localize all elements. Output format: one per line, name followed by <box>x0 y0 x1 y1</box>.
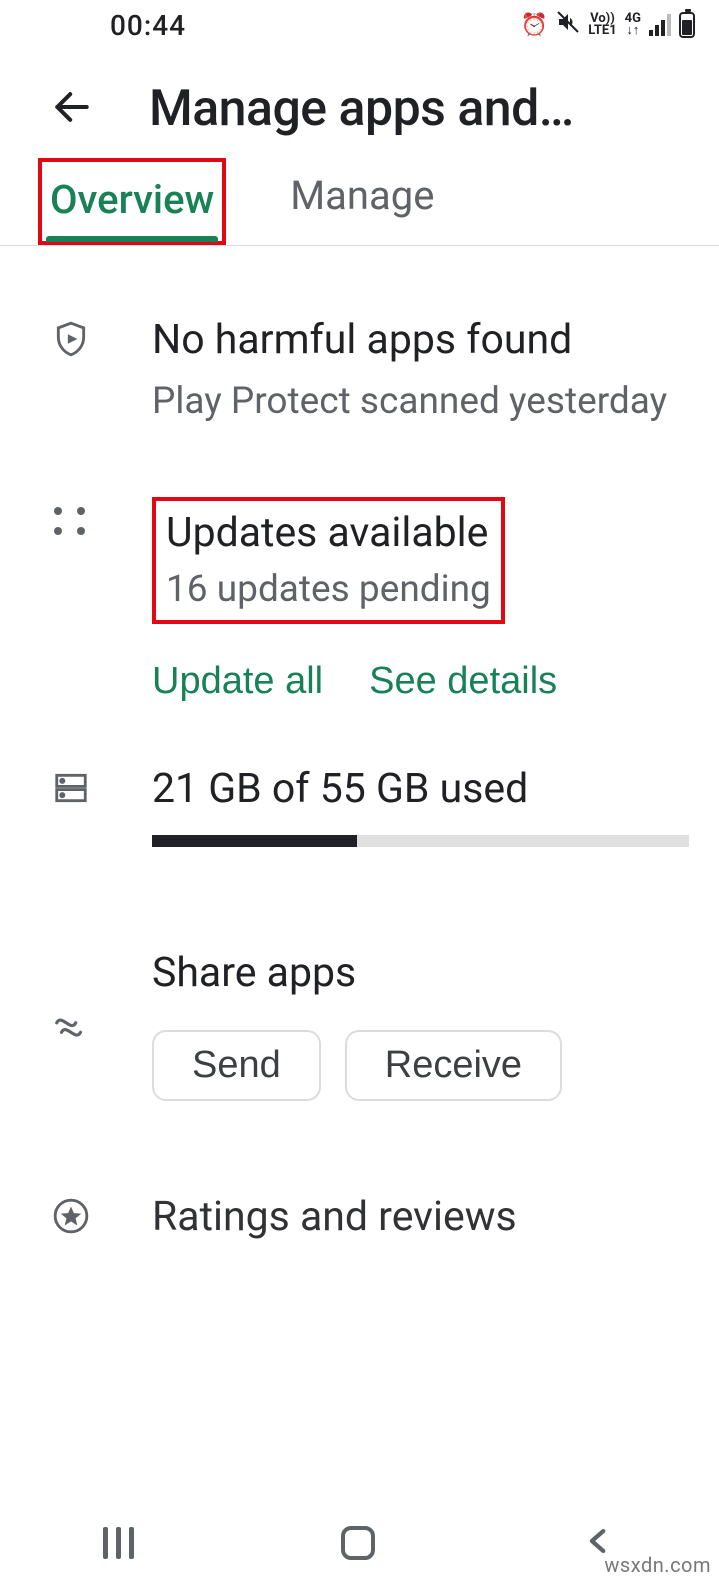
send-button[interactable]: Send <box>152 1030 321 1101</box>
nav-recent-button[interactable] <box>103 1527 134 1559</box>
ratings-section[interactable]: Ratings and reviews <box>52 1191 689 1254</box>
update-all-button[interactable]: Update all <box>152 660 323 703</box>
watermark: wsxdn.com <box>604 1553 711 1577</box>
page-title: Manage apps and… <box>149 80 695 138</box>
alarm-icon: ⏰ <box>521 13 548 38</box>
ratings-title: Ratings and reviews <box>152 1191 689 1244</box>
storage-icon <box>52 792 90 811</box>
updates-highlight: Updates available 16 updates pending <box>152 497 505 624</box>
status-bar: 00:44 ⏰ Vo)) LTE1 4G ↓↑ <box>0 0 719 50</box>
back-button[interactable] <box>50 85 94 133</box>
updates-subtitle: 16 updates pending <box>166 565 491 615</box>
storage-progress <box>152 835 689 847</box>
see-details-button[interactable]: See details <box>369 660 557 703</box>
tabs: Overview Manage <box>0 158 719 246</box>
tab-overview[interactable]: Overview <box>38 158 226 245</box>
storage-text: 21 GB of 55 GB used <box>152 763 689 816</box>
apps-grid-icon <box>52 503 88 535</box>
play-protect-section[interactable]: No harmful apps found Play Protect scann… <box>52 314 689 427</box>
network-indicator: 4G ↓↑ <box>625 13 641 36</box>
share-section: Share apps Send Receive <box>52 947 689 1101</box>
volte-indicator: Vo)) LTE1 <box>588 13 616 36</box>
protect-title: No harmful apps found <box>152 314 689 367</box>
status-time: 00:44 <box>110 9 186 42</box>
storage-section[interactable]: 21 GB of 55 GB used <box>52 763 689 846</box>
shield-play-icon <box>52 343 90 362</box>
receive-button[interactable]: Receive <box>345 1030 562 1101</box>
star-circle-icon <box>52 1220 90 1239</box>
share-title: Share apps <box>152 947 689 1000</box>
app-bar: Manage apps and… <box>0 50 719 158</box>
nav-home-button[interactable] <box>341 1526 375 1560</box>
updates-title: Updates available <box>166 507 491 560</box>
signal-icon <box>649 14 671 36</box>
status-icons: ⏰ Vo)) LTE1 4G ↓↑ <box>521 10 695 40</box>
share-icon <box>52 1030 90 1049</box>
updates-section: Updates available 16 updates pending Upd… <box>52 497 689 703</box>
protect-subtitle: Play Protect scanned yesterday <box>152 377 689 427</box>
battery-icon <box>679 12 695 38</box>
tab-manage[interactable]: Manage <box>282 158 442 245</box>
mute-icon <box>556 10 580 40</box>
